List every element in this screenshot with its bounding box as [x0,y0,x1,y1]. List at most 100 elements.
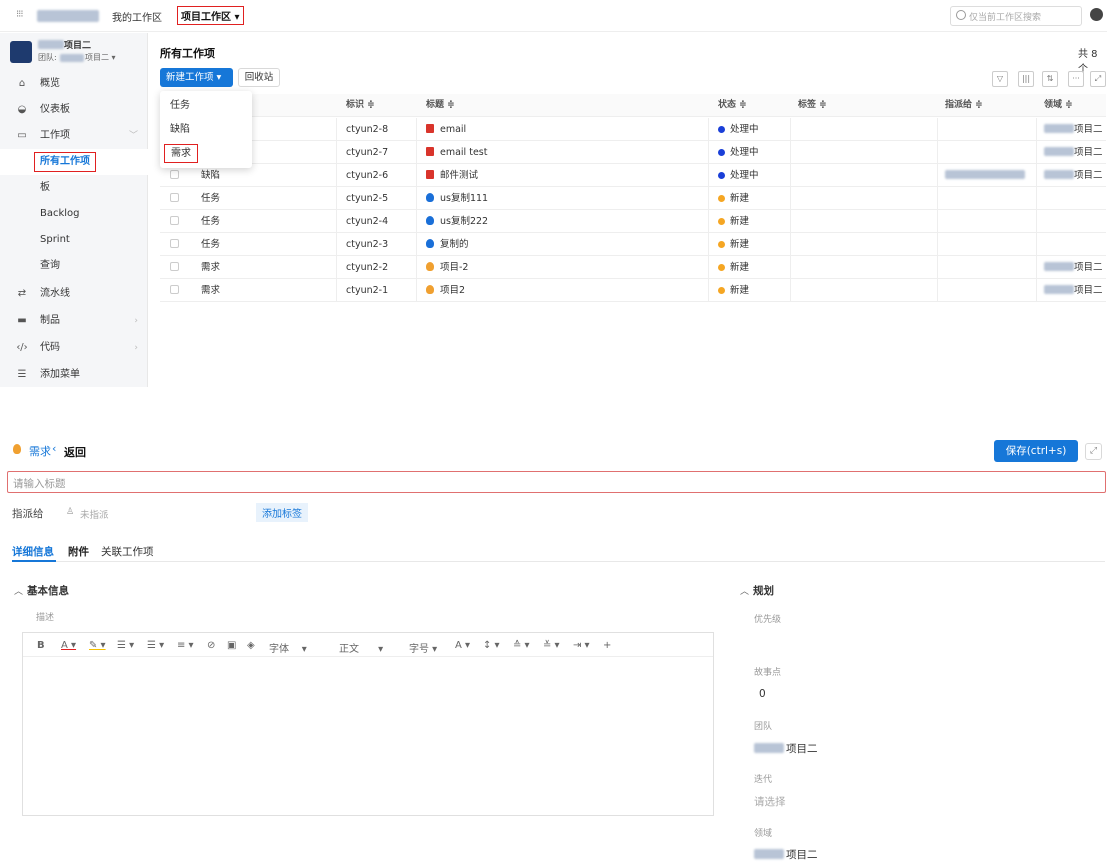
back-link[interactable]: 返回 [64,444,86,460]
align-icon[interactable]: ≡ ▾ [177,640,194,651]
table-row[interactable]: 任务 ctyun2-5 us复制111 新建 [160,187,1106,210]
project-workspace-link[interactable]: 项目工作区 ▾ [177,6,244,25]
ordered-list-icon[interactable]: ☰ ▾ [117,640,134,651]
row-status[interactable]: 处理中 [718,141,759,164]
my-workspace-link[interactable]: 我的工作区 [112,9,162,24]
iteration-select[interactable]: 请选择 [754,794,786,809]
dropdown-item-requirement[interactable]: 需求 [160,142,252,165]
text-size-icon[interactable]: A ▾ [455,640,470,651]
sort-icon[interactable]: ⇅ [1042,71,1058,87]
sidebar-item-backlog[interactable]: Backlog [0,201,148,227]
grid-icon[interactable]: ⁝⁝⁝ [16,9,23,20]
table-row[interactable]: ctyun2-7 email test 处理中 项目二 [160,141,1106,164]
font-color-icon[interactable]: A ▾ [61,640,76,651]
new-workitem-button[interactable]: 新建工作项 ▾ [160,68,233,87]
column-header-domain[interactable]: 领域 ≑ [1044,94,1073,117]
row-title[interactable]: 复制的 [426,233,469,256]
bold-icon[interactable]: B [37,640,45,651]
row-title[interactable]: email [426,118,466,141]
sidebar-item-workitems[interactable]: ▭ 工作项 ﹀ [0,123,148,149]
link-icon[interactable]: ⊘ [207,640,215,651]
table-row[interactable]: 需求 ctyun2-2 项目-2 新建 项目二 [160,256,1106,279]
fullscreen-icon[interactable]: ⤢ [1090,71,1106,87]
description-editor[interactable]: B A ▾ ✎ ▾ ☰ ▾ ☰ ▾ ≡ ▾ ⊘ ▣ ◈ 字体 ▾ 正文 ▾ 字号… [22,632,714,816]
back-chevron-icon[interactable]: ‹ [52,442,56,455]
sidebar-item-all-workitems[interactable]: 所有工作项 [0,149,148,175]
sidebar-item-overview[interactable]: ⌂ 概览 [0,71,148,97]
table-row[interactable]: 需求 ctyun2-1 项目2 新建 项目二 [160,279,1106,302]
row-title[interactable]: email test [426,141,487,164]
tab-linked-workitems[interactable]: 关联工作项 [101,544,154,559]
team-value[interactable]: 项目二 [786,741,818,756]
sidebar-item-query[interactable]: 查询 [0,253,148,279]
row-domain[interactable]: 项目二 [1044,256,1103,279]
search-input[interactable]: 仅当前工作区搜索 [969,10,1041,23]
indent-icon[interactable]: ⇥ ▾ [573,640,590,651]
planning-chevron-icon[interactable]: ︿ [740,584,749,597]
row-status[interactable]: 新建 [718,210,749,233]
row-status[interactable]: 新建 [718,233,749,256]
row-domain[interactable]: 项目二 [1044,118,1103,141]
row-id[interactable]: ctyun2-2 [346,256,388,279]
eraser-icon[interactable]: ◈ [247,640,255,651]
sidebar-item-artifacts[interactable]: ▬ 制品 › [0,308,148,334]
row-checkbox[interactable] [170,233,179,256]
checkbox[interactable] [170,239,179,248]
row-checkbox[interactable] [170,187,179,210]
more-plus-icon[interactable]: + [603,640,611,651]
highlight-icon[interactable]: ✎ ▾ [89,640,106,651]
basic-info-chevron-icon[interactable]: ︿ [14,584,23,597]
row-status[interactable]: 处理中 [718,164,759,187]
assignee-selector[interactable]: 未指派 [80,507,109,521]
sidebar-item-code[interactable]: ‹/› 代码 › [0,335,148,361]
paragraph-select[interactable]: 正文 ▾ [339,640,383,655]
align-center-icon[interactable]: ≙ ▾ [513,640,530,651]
sidebar-item-dashboard[interactable]: ◒ 仪表板 [0,97,148,123]
dropdown-item-task[interactable]: 任务 [160,94,252,117]
expand-icon[interactable]: ⤢ [1085,443,1102,460]
row-checkbox[interactable] [170,210,179,233]
row-status[interactable]: 处理中 [718,118,759,141]
story-points-value[interactable]: 0 [759,688,766,700]
recycle-bin-button[interactable]: 回收站 [238,68,280,87]
column-header-status[interactable]: 状态 ≑ [718,94,747,117]
save-button[interactable]: 保存(ctrl+s) [994,440,1078,462]
title-input[interactable]: 请输入标题 [7,471,1106,493]
user-avatar-icon[interactable] [1090,8,1103,21]
row-title[interactable]: 邮件测试 [426,164,478,187]
row-title[interactable]: 项目2 [426,279,465,302]
filter-icon[interactable]: ▽ [992,71,1008,87]
sidebar-item-add-menu[interactable]: ☰ 添加菜单 [0,362,148,388]
column-header-tags[interactable]: 标签 ≑ [798,94,827,117]
row-id[interactable]: ctyun2-4 [346,210,388,233]
paragraph-spacing-icon[interactable]: ≚ ▾ [543,640,560,651]
row-checkbox[interactable] [170,256,179,279]
search-box[interactable]: 仅当前工作区搜索 [950,6,1082,26]
tab-details[interactable]: 详细信息 [12,544,54,559]
font-size-select[interactable]: 字号 ▾ [409,640,437,655]
sidebar-item-pipeline[interactable]: ⇄ 流水线 [0,281,148,307]
row-domain[interactable]: 项目二 [1044,164,1103,187]
row-domain[interactable]: 项目二 [1044,141,1103,164]
row-status[interactable]: 新建 [718,256,749,279]
row-id[interactable]: ctyun2-5 [346,187,388,210]
line-height-icon[interactable]: ↕ ▾ [483,640,500,651]
table-row[interactable]: ctyun2-8 email 处理中 项目二 [160,118,1106,141]
checkbox[interactable] [170,216,179,225]
column-header-assignee[interactable]: 指派给 ≑ [945,94,983,117]
row-status[interactable]: 新建 [718,279,749,302]
column-header-title[interactable]: 标题 ≑ [426,94,455,117]
checkbox[interactable] [170,285,179,294]
tab-attachments[interactable]: 附件 [68,544,89,559]
row-id[interactable]: ctyun2-3 [346,233,388,256]
row-title[interactable]: us复制222 [426,210,488,233]
row-status[interactable]: 新建 [718,187,749,210]
checkbox[interactable] [170,262,179,271]
sidebar-item-board[interactable]: 板 [0,175,148,201]
team-selector[interactable]: 项目二 ▾ [85,52,116,63]
image-icon[interactable]: ▣ [227,640,236,651]
sidebar-item-sprint[interactable]: Sprint [0,227,148,253]
row-checkbox[interactable] [170,279,179,302]
row-title[interactable]: us复制111 [426,187,488,210]
dropdown-item-defect[interactable]: 缺陷 [160,118,252,141]
